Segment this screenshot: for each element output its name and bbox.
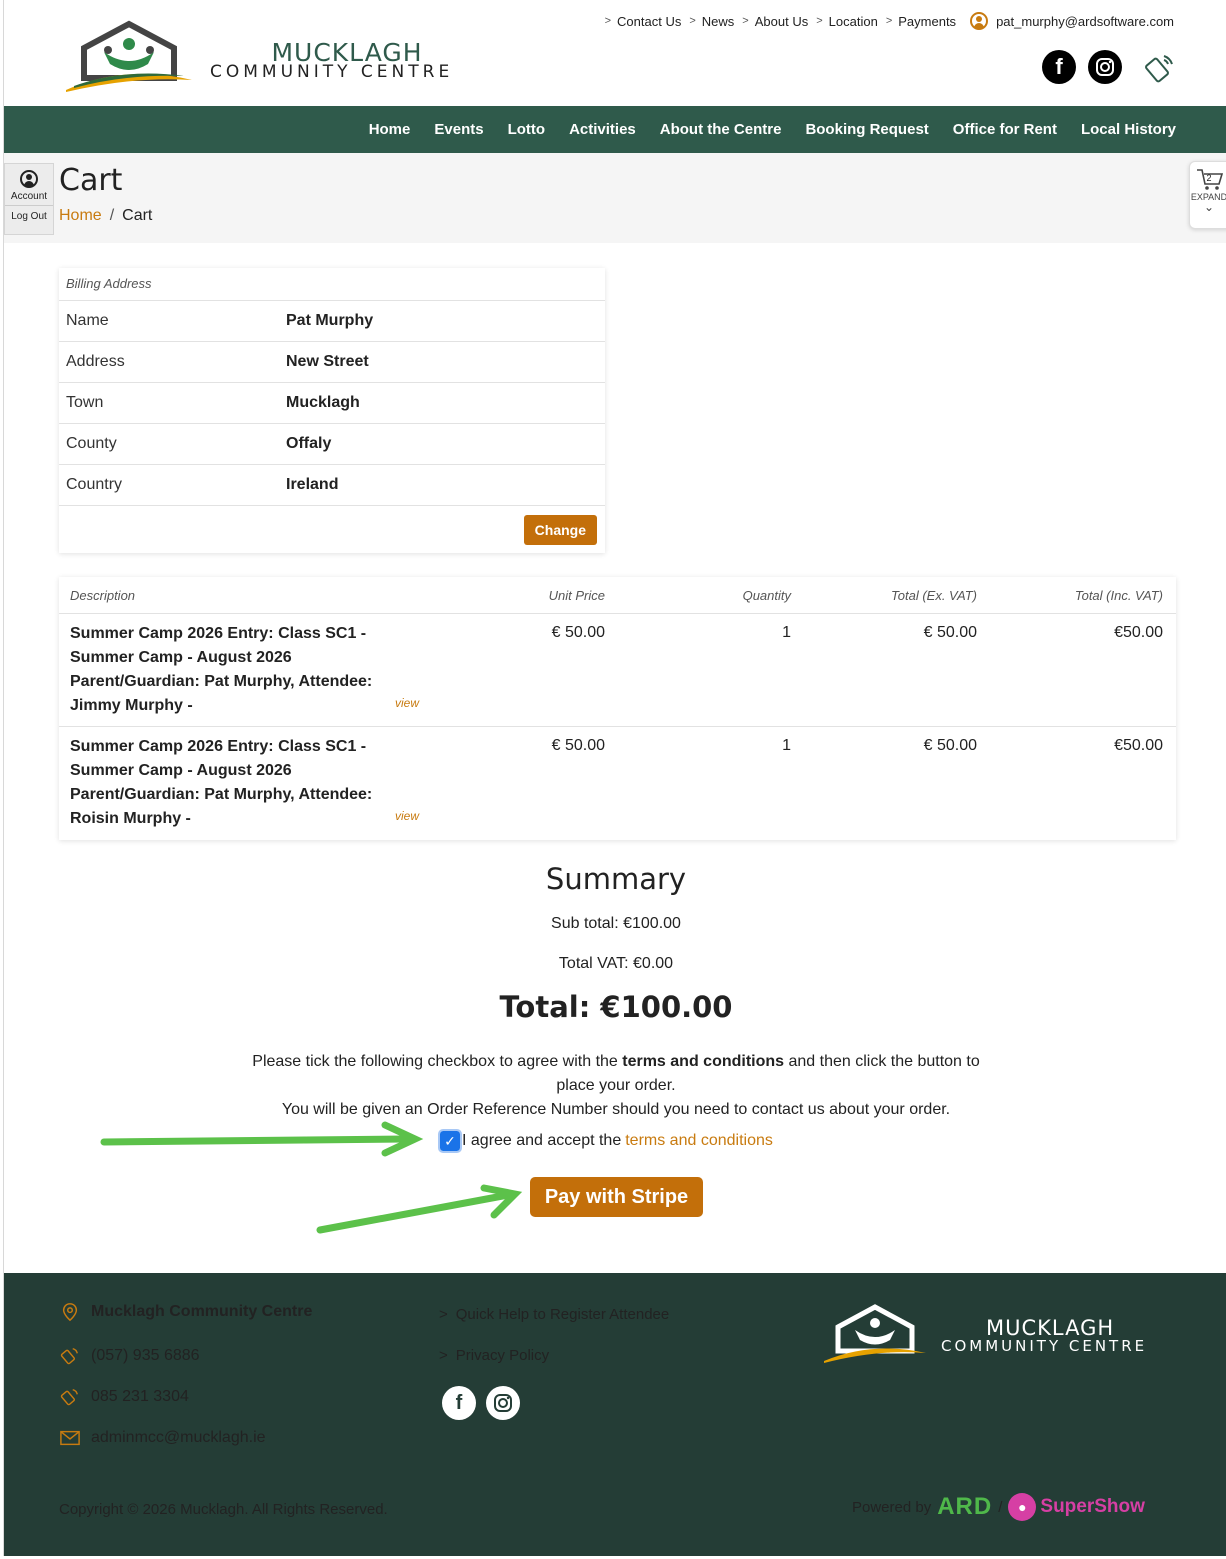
user-icon [970,12,989,30]
footer-logo [824,1304,926,1363]
site-logo[interactable] [64,20,194,96]
instagram-icon[interactable] [1088,50,1122,84]
pay-with-stripe-button[interactable]: Pay with Stripe [530,1177,703,1217]
page-header-band [4,153,1226,243]
footer-phone-1[interactable]: (057) 935 6886 [59,1346,200,1366]
billing-row-country: Country Ireland [59,465,605,506]
billing-row-county: County Offaly [59,424,605,465]
top-utility-bar: > Contact Us > News > About Us > Location > P… [597,12,1174,30]
util-link-about[interactable]: > About Us [742,14,808,29]
billing-row-town: Town Mucklagh [59,383,605,424]
util-link-contact[interactable]: > Contact Us [605,14,682,29]
cart-icon: 2 [1197,169,1224,190]
breadcrumb: Home / Cart [59,207,153,224]
user-account-link[interactable]: pat_murphy@ardsoftware.com [970,12,1174,30]
terms-link[interactable]: terms and conditions [625,1132,773,1150]
footer-org: Mucklagh Community Centre [59,1302,312,1322]
terms-instructions: Please tick the following checkbox to ag… [252,1053,980,1118]
nav-activities[interactable]: Activities [569,121,636,138]
order-table-header: Description Unit Price Quantity Total (E… [59,577,1176,614]
facebook-icon[interactable]: f [1042,50,1076,84]
nav-local-history[interactable]: Local History [1081,121,1176,138]
brand-subtitle: COMMUNITY CENTRE [210,62,454,82]
footer-email[interactable]: adminmcc@mucklagh.ie [59,1428,266,1448]
phone-icon [60,1389,78,1406]
phone-icon[interactable] [1144,52,1176,84]
nav-about-centre[interactable]: About the Centre [660,121,782,138]
chevron-down-icon: ⌄ [1203,200,1215,214]
util-link-payments[interactable]: > Payments [886,14,956,29]
terms-agreement: ✓ I agree and accept the terms and condi… [438,1129,773,1153]
item-description: Summer Camp 2026 Entry: Class SC1 - Summ… [70,738,373,827]
view-item-link[interactable]: view [395,809,419,823]
nav-booking-request[interactable]: Booking Request [805,121,928,138]
user-email: pat_murphy@ardsoftware.com [996,13,1174,29]
util-link-location[interactable]: > Location [816,14,878,29]
nav-events[interactable]: Events [434,121,483,138]
instagram-icon[interactable] [486,1386,520,1420]
logout-button[interactable]: Log Out [5,205,53,222]
ard-logo[interactable]: ARD [937,1493,992,1521]
copyright: Copyright © 2026 Mucklagh. All Rights Re… [59,1501,388,1518]
powered-by: Powered by ARD / ● SuperShow [852,1493,1145,1521]
cart-widget[interactable]: 2 EXPAND ⌄ [1189,161,1226,229]
page-title: Cart [59,163,123,198]
terms-label: I agree and accept the [462,1132,622,1149]
terms-checkbox[interactable]: ✓ [438,1129,462,1153]
supershow-logo[interactable]: SuperShow [1040,1496,1145,1518]
footer-phone-2[interactable]: 085 231 3304 [59,1387,189,1407]
cart-count: 2 [1206,173,1211,183]
facebook-icon[interactable]: f [442,1386,476,1420]
main-nav: Home Events Lotto Activities About the C… [4,106,1226,153]
account-button[interactable]: Account [5,170,53,202]
view-item-link[interactable]: view [395,696,419,710]
location-pin-icon [62,1303,78,1322]
util-link-news[interactable]: > News [689,14,734,29]
billing-address-card: Billing Address Name Pat Murphy Address Ne… [59,268,605,553]
table-row: Summer Camp 2026 Entry: Class SC1 - Summ… [59,614,1176,727]
account-icon [20,170,38,188]
summary-subtotal: Sub total: €100.00 [551,915,681,932]
footer-brand-subtitle: COMMUNITY CENTRE [941,1337,1148,1355]
email-icon [60,1430,80,1446]
summary-total: Total: €100.00 [499,990,733,1024]
nav-home[interactable]: Home [369,121,411,138]
table-row: Summer Camp 2026 Entry: Class SC1 - Summ… [59,727,1176,840]
phone-icon [60,1348,78,1365]
billing-header: Billing Address [59,268,605,301]
account-label: Account [10,191,48,202]
supershow-icon: ● [1008,1493,1037,1521]
billing-row-address: Address New Street [59,342,605,383]
footer-link-privacy[interactable]: > Privacy Policy [439,1347,549,1364]
billing-row-name: Name Pat Murphy [59,301,605,342]
summary-title: Summary [545,862,687,896]
account-panel: Account Log Out [4,163,54,235]
change-address-button[interactable]: Change [523,514,597,545]
footer-link-quick-help[interactable]: > Quick Help to Register Attendee [439,1306,669,1323]
nav-lotto[interactable]: Lotto [508,121,545,138]
breadcrumb-current: Cart [122,207,153,224]
breadcrumb-home[interactable]: Home [59,207,102,224]
summary-vat: Total VAT: €0.00 [558,955,674,972]
order-table: Description Unit Price Quantity Total (E… [59,577,1176,840]
item-description: Summer Camp 2026 Entry: Class SC1 - Summ… [70,625,373,714]
nav-office-for-rent[interactable]: Office for Rent [953,121,1057,138]
